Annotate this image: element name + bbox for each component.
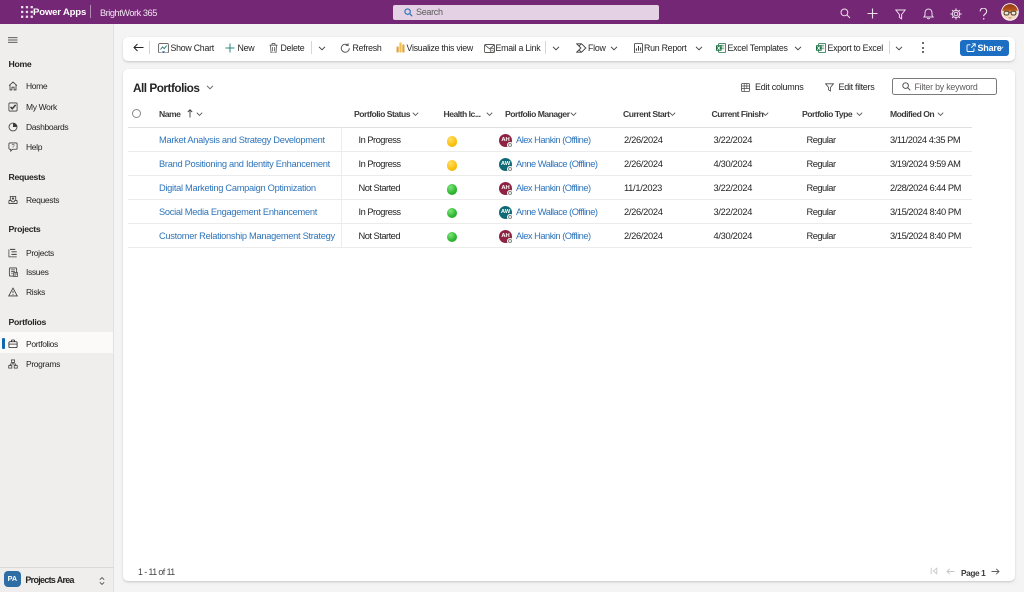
- svg-text:?: ?: [11, 144, 14, 150]
